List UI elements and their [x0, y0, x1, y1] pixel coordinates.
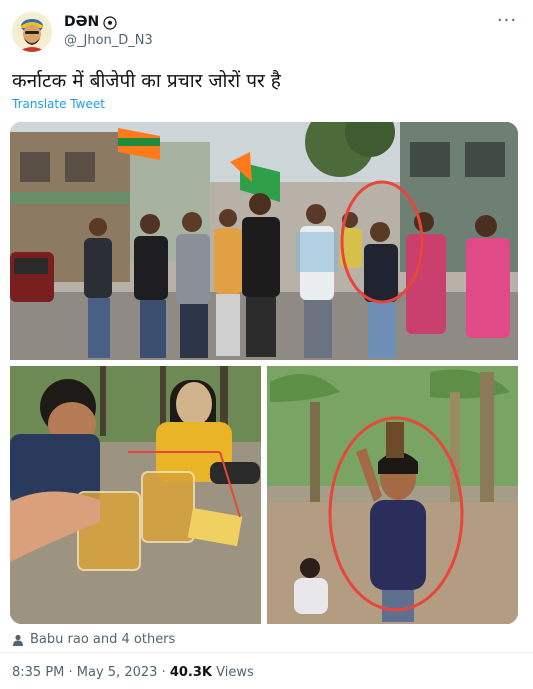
- meta-separator: ·: [64, 665, 77, 680]
- tweet-date[interactable]: May 5, 2023: [77, 665, 158, 680]
- tweet-time[interactable]: 8:35 PM: [12, 665, 64, 680]
- avatar[interactable]: [12, 12, 52, 52]
- meta-separator-2: ·: [157, 665, 170, 680]
- likers-row[interactable]: Babu rao and 4 others: [12, 632, 175, 647]
- more-options-icon[interactable]: ···: [493, 12, 521, 34]
- tweet-media[interactable]: [10, 122, 518, 624]
- author-handle[interactable]: @_Jhon_D_N3: [64, 32, 153, 49]
- rally-photo[interactable]: [10, 122, 518, 360]
- views-label: Views: [212, 665, 254, 680]
- tweet-meta: 8:35 PM · May 5, 2023 · 40.3K Views: [12, 665, 254, 680]
- soccer-ball-icon: [103, 15, 117, 30]
- drinks-photo[interactable]: [10, 366, 261, 624]
- avatar-cartoon-icon: [12, 12, 52, 52]
- person-icon: [13, 634, 23, 646]
- author-names: DƏN @_Jhon_D_N3: [64, 14, 153, 49]
- author-display-name[interactable]: DƏN: [64, 14, 153, 31]
- banana-grove-photo[interactable]: [267, 366, 518, 624]
- divider: [0, 652, 533, 653]
- translate-tweet-link[interactable]: Translate Tweet: [12, 97, 105, 111]
- likers-text: Babu rao and 4 others: [30, 632, 176, 647]
- display-name-text: DƏN: [64, 14, 100, 30]
- views-count: 40.3K: [169, 665, 212, 680]
- tweet-text: कर्नाटक में बीजेपी का प्रचार जोरों पर है: [12, 70, 281, 92]
- tweet-header: DƏN @_Jhon_D_N3 ···: [12, 10, 521, 56]
